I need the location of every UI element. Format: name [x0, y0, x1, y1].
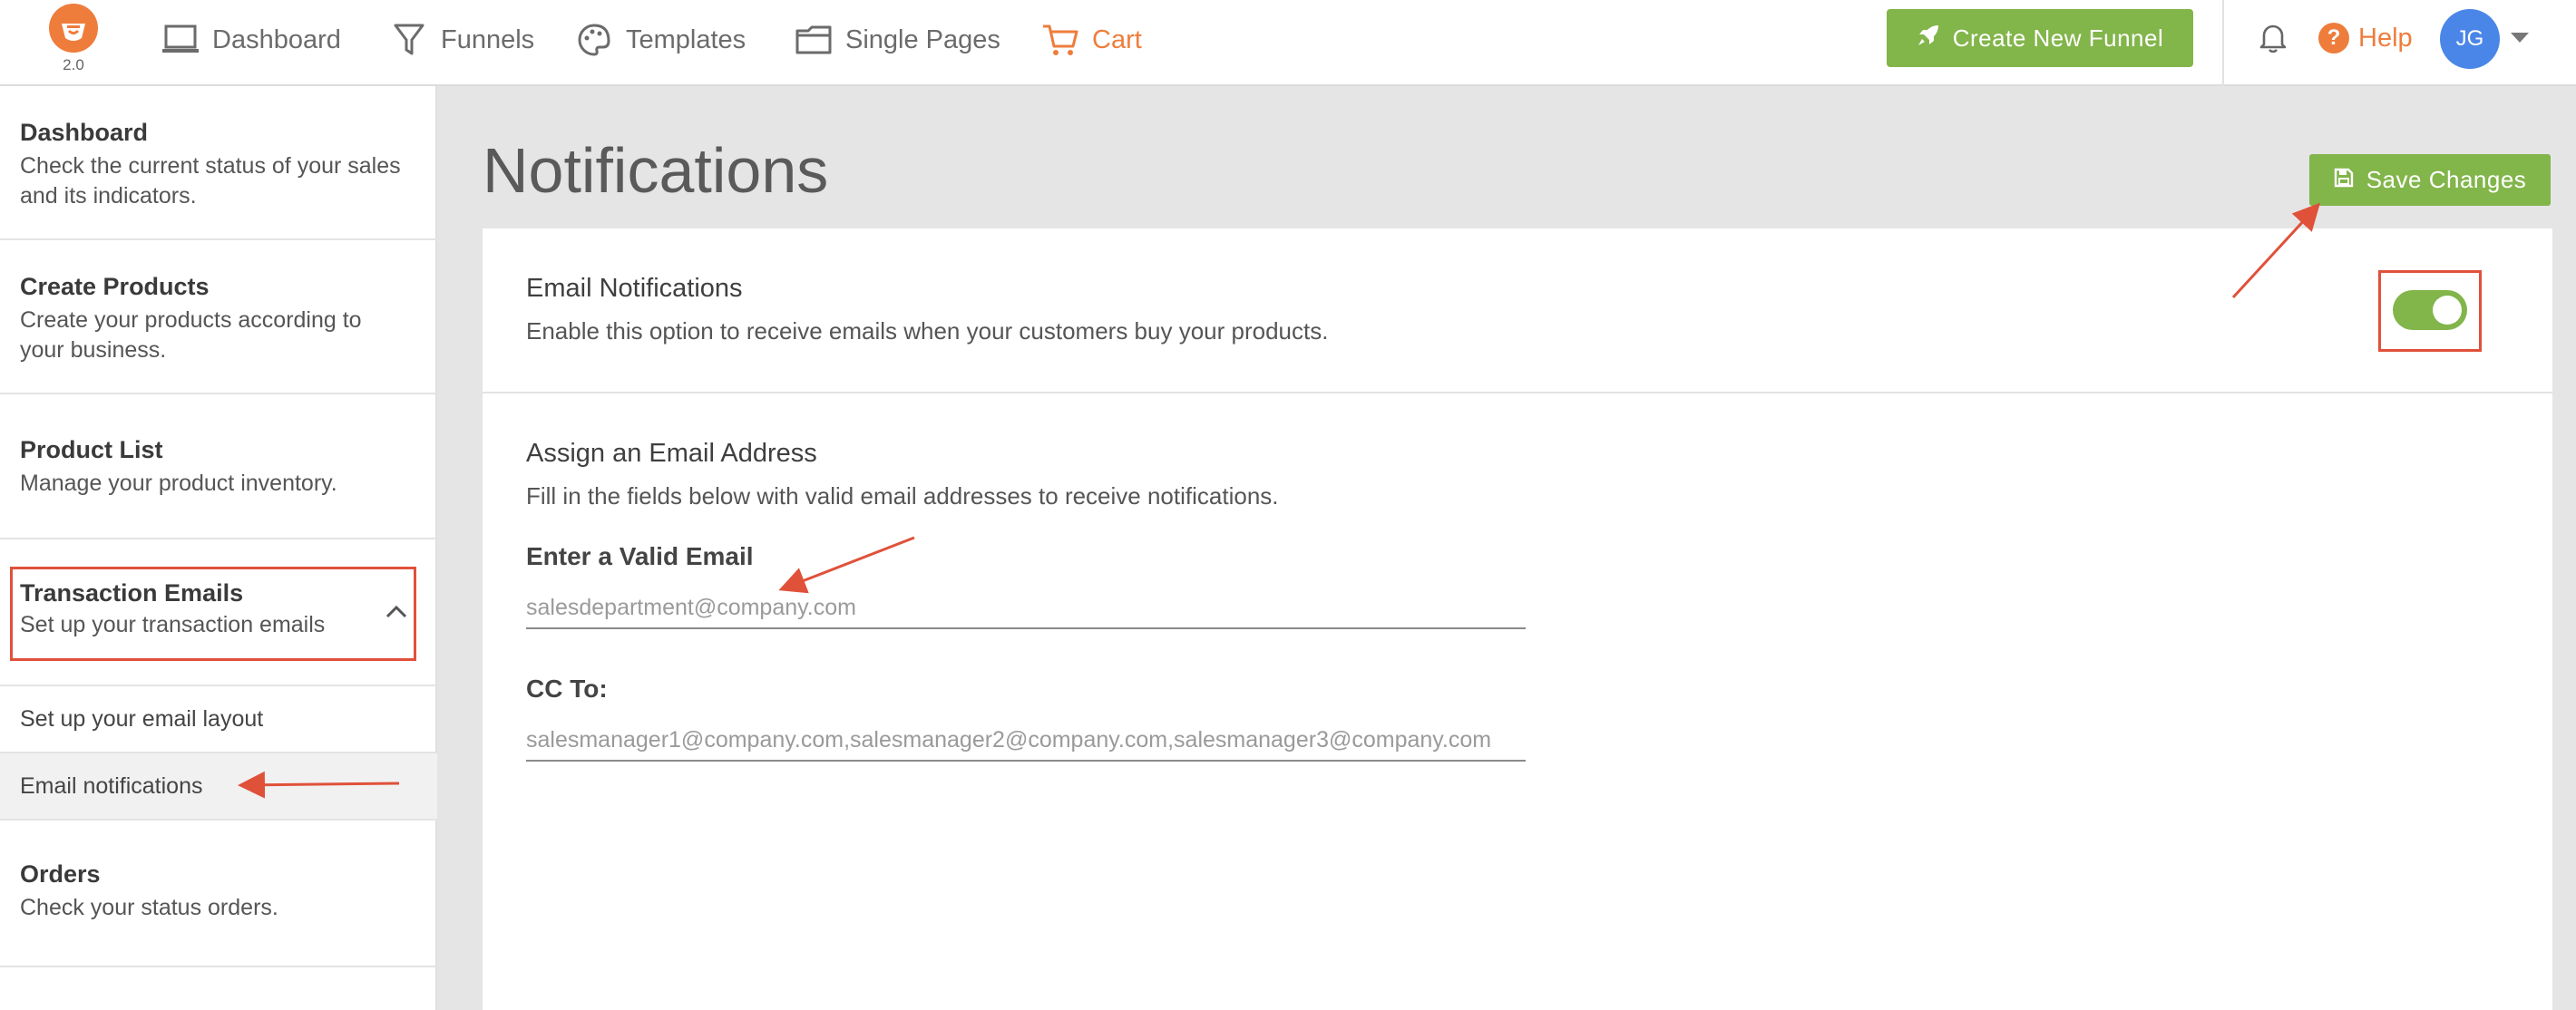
nav-cart-label: Cart: [1092, 24, 1142, 54]
save-changes-button[interactable]: Save Changes: [2309, 154, 2551, 206]
palette-icon: [575, 21, 613, 59]
sidebar-item-title: Create Products: [20, 273, 210, 300]
create-new-funnel-button[interactable]: Create New Funnel: [1887, 9, 2193, 67]
folder-icon: [795, 21, 833, 59]
cart-icon: [1041, 21, 1079, 59]
sidebar-item-title: Orders: [20, 860, 101, 888]
sidebar-item-product-list[interactable]: Product List Manage your product invento…: [0, 394, 437, 539]
email-field[interactable]: [526, 588, 1526, 629]
page-title: Notifications: [483, 135, 829, 206]
sidebar-item-create-products[interactable]: Create Products Create your products acc…: [0, 240, 437, 394]
avatar[interactable]: JG: [2440, 9, 2500, 69]
rocket-icon: [1917, 24, 1940, 53]
logo-version: 2.0: [63, 56, 84, 73]
assign-email-desc: Fill in the fields below with valid emai…: [526, 482, 1279, 510]
nav-templates-label: Templates: [626, 24, 746, 54]
sidebar-item-dashboard[interactable]: Dashboard Check the current status of yo…: [0, 86, 437, 240]
highlight-toggle: [2378, 270, 2482, 352]
top-navbar: 2.0 Dashboard Funnels Templates Single P…: [0, 0, 2576, 86]
email-notifications-title: Email Notifications: [526, 274, 743, 303]
cc-field-label: CC To:: [526, 675, 608, 703]
app-logo[interactable]: 2.0: [47, 4, 100, 74]
create-new-funnel-label: Create New Funnel: [1952, 24, 2164, 52]
email-notifications-desc: Enable this option to receive emails whe…: [526, 317, 1329, 345]
help-link[interactable]: ? Help: [2318, 18, 2413, 58]
topbar-divider: [2222, 0, 2224, 86]
sidebar-item-title: Dashboard: [20, 119, 149, 146]
floppy-icon: [2334, 166, 2354, 194]
sidebar-subitem-email-notifications[interactable]: Email notifications: [0, 753, 437, 821]
sidebar-item-desc: Check the current status of your sales a…: [20, 153, 401, 209]
funnel-icon: [390, 21, 428, 59]
laptop-icon: [161, 21, 200, 59]
question-icon: ?: [2318, 23, 2349, 53]
nav-cart[interactable]: Cart: [1041, 0, 1142, 80]
assign-email-title: Assign an Email Address: [526, 439, 817, 468]
save-changes-label: Save Changes: [2366, 166, 2527, 193]
sidebar-item-desc: Manage your product inventory.: [20, 471, 337, 496]
bell-icon[interactable]: [2255, 18, 2291, 58]
sidebar-subitem-email-layout[interactable]: Set up your email layout: [0, 686, 437, 753]
logo-mark: [49, 4, 98, 53]
nav-funnels[interactable]: Funnels: [390, 0, 534, 80]
section-divider: [483, 392, 2552, 393]
highlight-transaction-emails: [10, 567, 416, 661]
sidebar-item-desc: Create your products according to your b…: [20, 307, 362, 363]
sidebar-item-title: Product List: [20, 436, 163, 463]
caret-down-icon[interactable]: [2511, 33, 2529, 43]
email-field-label: Enter a Valid Email: [526, 542, 754, 570]
sidebar-item-desc: Check your status orders.: [20, 895, 278, 920]
help-label: Help: [2358, 23, 2413, 53]
nav-templates[interactable]: Templates: [575, 0, 746, 80]
nav-dashboard[interactable]: Dashboard: [161, 0, 341, 80]
nav-single-pages-label: Single Pages: [845, 24, 1000, 54]
nav-dashboard-label: Dashboard: [212, 24, 341, 54]
sidebar-item-orders[interactable]: Orders Check your status orders.: [0, 821, 437, 967]
nav-funnels-label: Funnels: [441, 24, 535, 54]
sidebar: Dashboard Check the current status of yo…: [0, 86, 437, 1010]
nav-single-pages[interactable]: Single Pages: [795, 0, 1000, 80]
cc-field[interactable]: [526, 720, 1526, 762]
